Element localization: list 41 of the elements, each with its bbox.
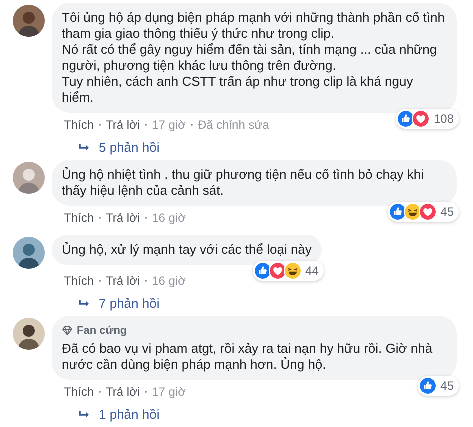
avatar[interactable] xyxy=(13,237,45,269)
reactions-pill[interactable]: 45 xyxy=(388,202,459,222)
reply-link[interactable]: Trả lời xyxy=(106,209,140,227)
like-reaction-icon xyxy=(418,377,437,395)
reactions-pill[interactable]: 108 xyxy=(396,109,459,129)
reply-link[interactable]: Trả lời xyxy=(106,383,140,401)
avatar[interactable] xyxy=(13,318,45,350)
diamond-icon xyxy=(62,326,73,336)
reply-arrow-icon xyxy=(79,144,90,152)
heart-reaction-icon xyxy=(418,203,437,221)
reaction-count: 45 xyxy=(440,378,454,394)
laughing-reaction-icon xyxy=(284,262,302,280)
reply-link[interactable]: Trả lời xyxy=(106,272,140,290)
view-replies-link[interactable]: 1 phản hồi xyxy=(99,405,160,425)
like-link[interactable]: Thích xyxy=(64,383,94,401)
edited-label: Đã chỉnh sửa xyxy=(198,117,270,134)
like-link[interactable]: Thích xyxy=(64,116,94,134)
comment-text: Đã có bao vụ vi pham atgt, rồi xảy ra tai nạn hy hữu rồi. Giờ nhà nước cần dùng biện pháp mạnh hơn. Ủng hộ. xyxy=(62,341,434,373)
like-reaction-icon xyxy=(388,203,407,221)
like-reaction-icon xyxy=(396,110,415,128)
reply-arrow-icon xyxy=(79,411,90,419)
reaction-count: 108 xyxy=(434,111,454,127)
heart-reaction-icon xyxy=(268,262,287,280)
reaction-count: 45 xyxy=(440,204,454,220)
avatar[interactable] xyxy=(13,5,45,37)
heart-reaction-icon xyxy=(412,110,430,128)
view-replies-link[interactable]: 5 phản hồi xyxy=(99,138,160,158)
laughing-reaction-icon xyxy=(404,203,422,221)
like-reaction-icon xyxy=(254,262,272,280)
comment-text: Tôi ủng hộ áp dụng biện pháp mạnh với những thành phần cố tình tham gia giao thông thiếu ý thức như trong clip. Nó rất có thể gây nguy hiểm đến tài sản, tính mạng ... của những người, phương tiện khác lưu thông trên đường. Tuy nhiên, cách anh CSTT trấn áp như trong clip là khá nguy hiểm. xyxy=(62,10,446,106)
badge-label: Fan cứng xyxy=(77,324,128,339)
reactions-pill[interactable]: 45 xyxy=(418,376,459,396)
comment-text: Ủng hộ nhiệt tình . thu giữ phương tiện nếu cố tình bỏ chạy khi thấy hiệu lệnh của cảnh sát. xyxy=(62,167,426,199)
reactions-pill[interactable]: 44 xyxy=(252,261,324,281)
reply-arrow-icon xyxy=(79,300,90,308)
view-replies-link[interactable]: 7 phản hồi xyxy=(99,294,160,314)
reaction-count: 44 xyxy=(306,263,319,279)
comment-text: Ủng hộ, xử lý mạnh tay với các thể loại này xyxy=(62,242,312,258)
reply-link[interactable]: Trả lời xyxy=(106,116,140,134)
like-link[interactable]: Thích xyxy=(64,272,94,290)
like-link[interactable]: Thích xyxy=(64,209,94,227)
